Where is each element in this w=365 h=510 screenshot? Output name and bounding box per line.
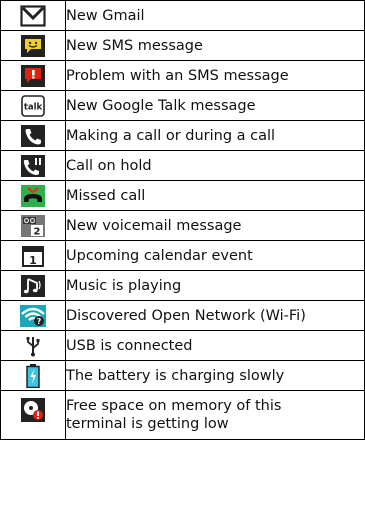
table-row: 2 New voicemail message [0, 210, 365, 241]
row-label: Music is playing [65, 270, 365, 301]
row-label: New Gmail [65, 0, 365, 31]
calendar-event-icon: 1 [22, 245, 44, 267]
table-row: New Gmail [0, 0, 365, 31]
row-label: USB is connected [65, 330, 365, 361]
icon-cell: ? [0, 300, 66, 331]
voicemail-count-text: 2 [34, 226, 41, 237]
open-wifi-icon: ? [20, 304, 46, 327]
row-label: New SMS message [65, 30, 365, 61]
row-label: Making a call or during a call [65, 120, 365, 151]
table-row: Problem with an SMS message [0, 60, 365, 91]
row-label: Missed call [65, 180, 365, 211]
icon-cell [0, 60, 66, 91]
icon-cell [0, 330, 66, 361]
icon-cell [0, 390, 66, 440]
icon-cell [0, 30, 66, 61]
table-row: Missed call [0, 180, 365, 211]
table-row: Making a call or during a call [0, 120, 365, 151]
icon-cell [0, 270, 66, 301]
call-icon [21, 124, 45, 147]
table-row: Free space on memory of this terminal is… [0, 390, 365, 440]
table-row: ? Discovered Open Network (Wi-Fi) [0, 300, 365, 331]
icon-cell: 2 [0, 210, 66, 241]
icon-cell: talk [0, 90, 66, 121]
row-label: Problem with an SMS message [65, 60, 365, 91]
icon-cell [0, 180, 66, 211]
usb-icon [25, 335, 41, 357]
row-label: The battery is charging slowly [65, 360, 365, 391]
voicemail-icon: 2 [21, 214, 45, 237]
icon-cell [0, 0, 66, 31]
talk-icon-text: talk [24, 102, 43, 112]
gmail-envelope-icon [20, 4, 46, 27]
call-on-hold-icon [21, 154, 45, 177]
sms-message-icon [21, 34, 45, 57]
row-label: Free space on memory of this terminal is… [65, 390, 365, 440]
missed-call-icon [21, 184, 45, 207]
sms-problem-icon [21, 64, 45, 87]
calendar-day-text: 1 [29, 254, 37, 267]
table-row: USB is connected [0, 330, 365, 361]
icon-cell: 1 [0, 240, 66, 271]
low-memory-icon [21, 398, 45, 422]
svg-text:?: ? [37, 317, 42, 326]
icon-cell [0, 150, 66, 181]
notification-icon-legend-table: New Gmail New SMS message Problem with a… [0, 0, 365, 440]
table-row: Music is playing [0, 270, 365, 301]
table-row: talk New Google Talk message [0, 90, 365, 121]
music-playing-icon [21, 274, 45, 297]
row-label: Upcoming calendar event [65, 240, 365, 271]
table-row: New SMS message [0, 30, 365, 61]
row-label: New Google Talk message [65, 90, 365, 121]
row-label: New voicemail message [65, 210, 365, 241]
table-row: Call on hold [0, 150, 365, 181]
battery-charging-icon [26, 363, 40, 388]
icon-cell [0, 360, 66, 391]
table-row: The battery is charging slowly [0, 360, 365, 391]
row-label: Discovered Open Network (Wi-Fi) [65, 300, 365, 331]
row-label: Call on hold [65, 150, 365, 181]
table-row: 1 Upcoming calendar event [0, 240, 365, 271]
google-talk-icon: talk [21, 94, 45, 117]
icon-cell [0, 120, 66, 151]
